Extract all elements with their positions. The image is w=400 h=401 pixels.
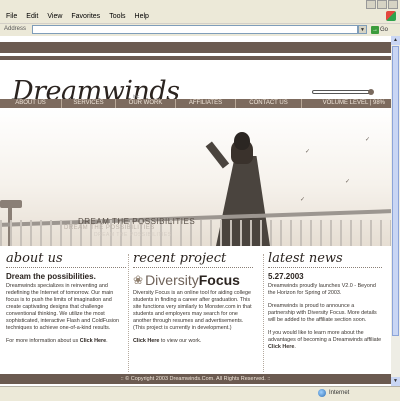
about-more: For more information about us Click Here… [6,338,108,344]
maximize-button[interactable] [377,0,387,9]
window-buttons [366,0,398,9]
footer-copyright: :: © Copyright 2003 Dreamwinds.Com. All … [0,374,391,384]
latest-news-heading: latest news [268,251,382,268]
news-click-here-link[interactable]: Click Here [268,344,294,350]
news-item-1: Dreamwinds proudly launches V2.0 - Beyon… [268,283,376,296]
nav-our-work[interactable]: OUR WORK [116,99,176,108]
nav-about-us[interactable]: ABOUT US [0,99,62,108]
menu-help[interactable]: Help [135,13,149,20]
about-us-section: about us Dream the possibilities. Dreamw… [6,251,126,344]
close-button[interactable] [388,0,398,9]
main-nav: ABOUT US SERVICES OUR WORK AFFILIATES CO… [0,99,391,108]
project-click-here-link[interactable]: Click Here [133,338,159,344]
recent-project-section: recent project ❀ DiversityFocus Diversit… [133,251,253,344]
web-page: Dreamwinds inc ABOUT US SERVICES OUR WOR… [0,36,391,386]
address-bar: Address ▼ → Go [0,23,400,37]
zone-label: Internet [329,390,350,396]
project-more-text: to view our work. [160,338,202,344]
diversity-focus-logo[interactable]: ❀ DiversityFocus [133,272,253,288]
railing-balusters [0,220,391,246]
project-more: Click Here to view our work. [133,338,253,344]
about-subheading: Dream the possibilities. [6,272,96,281]
bird-icon: ✓ [365,137,371,143]
nav-services[interactable]: SERVICES [62,99,116,108]
header-band [0,42,391,53]
figure-arm [205,141,230,169]
go-label: Go [380,26,389,33]
nav-contact-us[interactable]: CONTACT US [236,99,302,108]
menu-edit[interactable]: Edit [26,13,38,20]
nav-affiliates[interactable]: AFFILIATES [176,99,236,108]
news-item-2: Dreamwinds is proud to announce a partne… [268,303,377,323]
figure-head [234,132,250,150]
about-click-here-link[interactable]: Click Here [80,338,106,344]
bird-icon: ✓ [305,149,311,155]
volume-slider[interactable] [312,89,374,95]
minimize-button[interactable] [366,0,376,9]
go-button[interactable]: → Go [371,25,388,34]
flower-icon: ❀ [133,273,144,287]
news-item-3-text: If you would like to learn more about th… [268,330,382,343]
bird-icon: ✓ [300,197,306,203]
logo-part1: Diversity [145,272,199,288]
latest-news-section: latest news 5.27.2003 Dreamwinds proudly… [268,251,382,351]
menu-view[interactable]: View [47,13,62,20]
window-titlebar [0,0,400,10]
diversity-focus-wordmark: DiversityFocus [145,272,240,288]
bird-icon: ✓ [345,179,351,185]
go-arrow-icon: → [371,25,379,34]
globe-icon [318,389,326,397]
recent-project-heading: recent project [133,251,253,268]
security-zone: Internet [318,389,349,397]
news-item-3: If you would like to learn more about th… [268,330,382,350]
windows-logo-icon [386,11,396,21]
logo-part2: Focus [198,272,240,288]
column-divider [128,254,130,372]
address-label: Address [4,26,27,32]
hero-tagline-echo-faint: DREAM THE POSSIBILITIES [94,232,172,238]
about-us-heading: about us [6,251,126,268]
scroll-down-icon[interactable]: ▼ [391,377,400,386]
about-more-text: For more information about us [6,338,79,344]
menu-tools[interactable]: Tools [109,13,125,20]
scroll-thumb[interactable] [392,46,399,336]
address-dropdown-icon[interactable]: ▼ [358,25,367,34]
menu-file[interactable]: File [6,13,17,20]
menu-favorites[interactable]: Favorites [71,13,100,20]
status-bar: Internet [0,386,400,401]
volume-level-label: VOLUME LEVEL | 98% [322,100,385,106]
hero-image: ✓ ✓ ✓ ✓ DREAM THE POSSIBILITIES DREAM TH… [0,108,391,246]
project-body: Diversity Focus is an online tool for ai… [133,290,252,331]
volume-knob[interactable] [368,89,374,95]
column-divider [263,254,265,372]
hero-tagline-echo: DREAM THE POSSIBILITIES [64,225,155,231]
address-input[interactable] [32,25,358,34]
news-date: 5.27.2003 [268,272,304,281]
menu-bar: File Edit View Favorites Tools Help [0,10,400,23]
scroll-up-icon[interactable]: ▲ [391,36,400,45]
vertical-scrollbar[interactable]: ▲ ▼ [390,36,400,386]
about-body: Dreamwinds specializes in reinventing an… [6,283,119,331]
header-band-thin [0,56,391,60]
volume-track [312,90,372,94]
